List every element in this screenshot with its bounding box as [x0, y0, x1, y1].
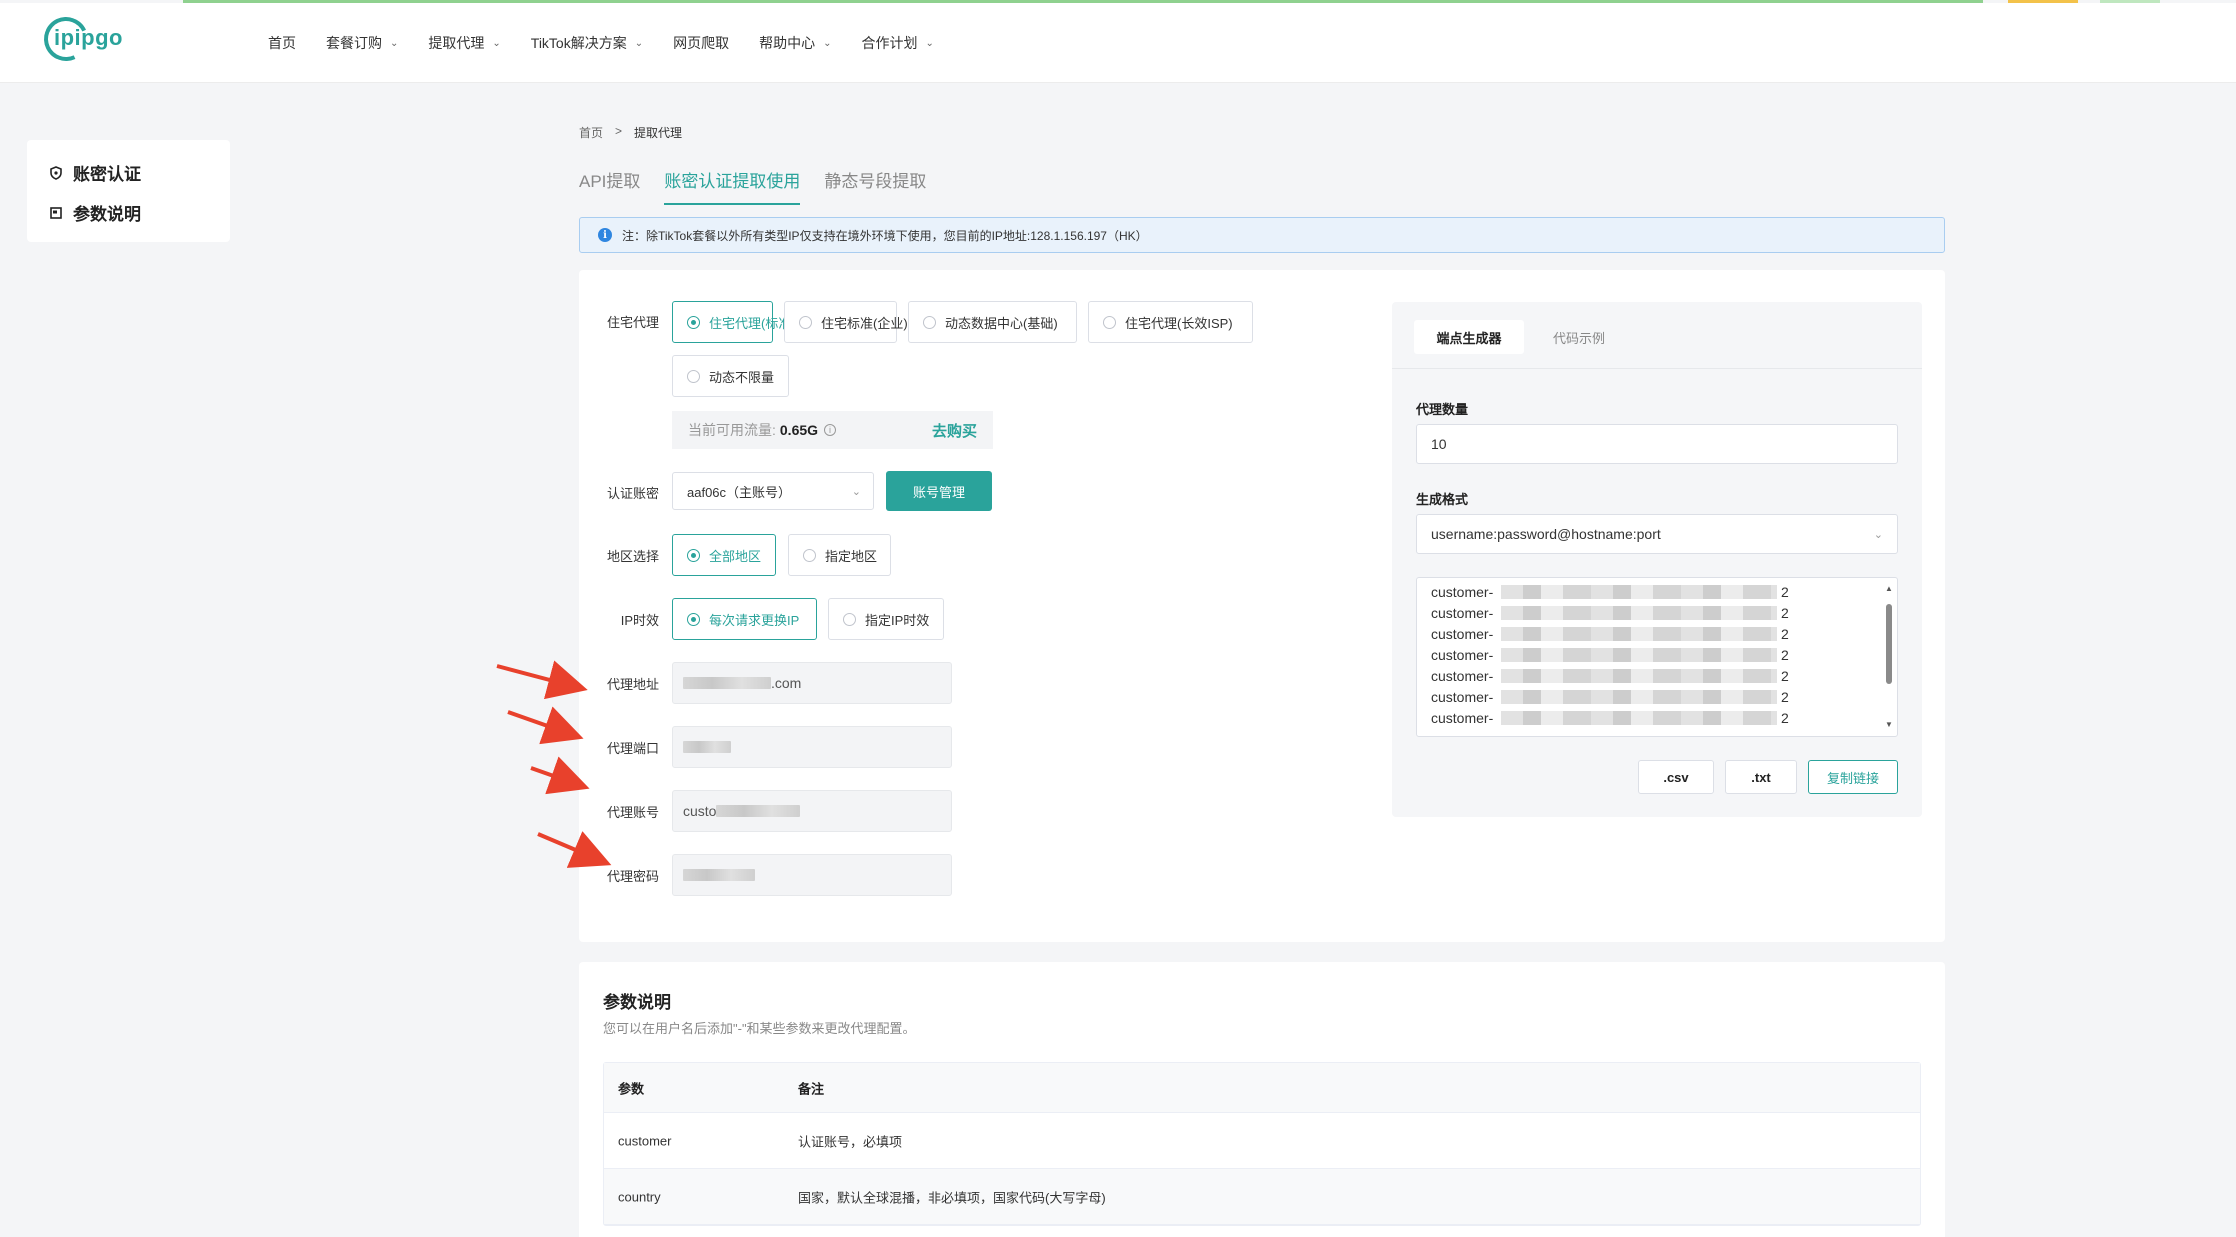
annotation-arrows	[496, 660, 612, 868]
arrow-icon	[507, 706, 584, 745]
arrow-icon	[530, 756, 590, 795]
arrow-icon	[496, 660, 588, 700]
arrow-icon	[537, 831, 612, 868]
